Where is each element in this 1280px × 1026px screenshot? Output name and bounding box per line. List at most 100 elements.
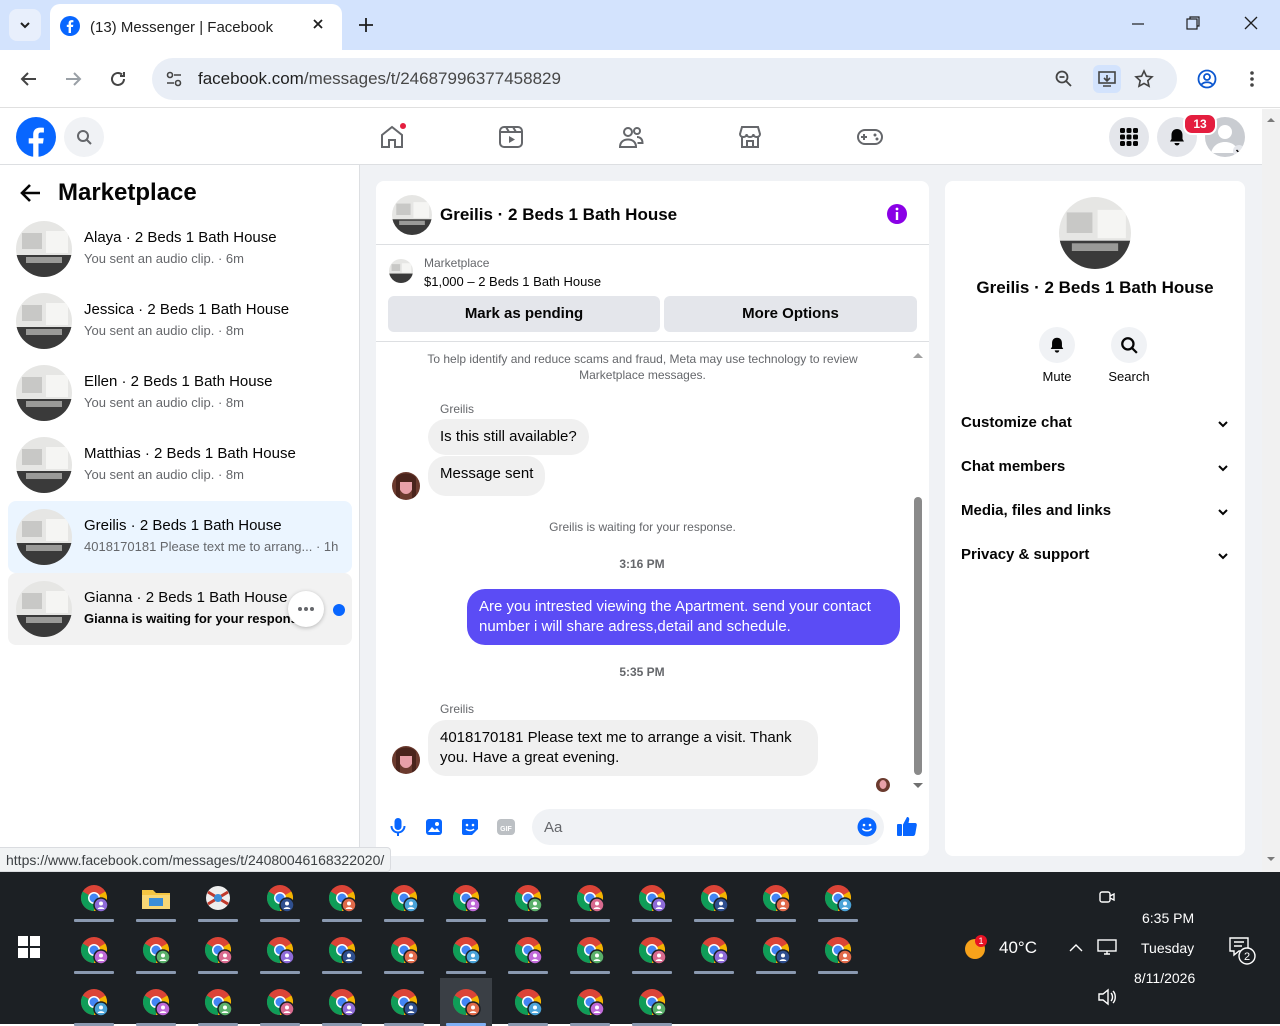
browser-taskbar-button[interactable] — [254, 978, 306, 1026]
conversation-item[interactable]: Ellen · 2 Beds 1 Bath House You sent an … — [8, 357, 352, 429]
browser-taskbar-button[interactable] — [502, 874, 554, 922]
sender-avatar[interactable] — [392, 472, 420, 500]
sender-avatar[interactable] — [392, 746, 420, 774]
browser-taskbar-button[interactable] — [68, 874, 120, 922]
back-icon[interactable] — [19, 69, 39, 89]
new-tab-icon[interactable] — [356, 15, 376, 35]
network-icon[interactable] — [1097, 938, 1117, 956]
back-arrow-icon[interactable] — [20, 182, 42, 204]
site-settings-icon[interactable] — [164, 69, 184, 89]
kebab-menu-icon[interactable] — [1242, 69, 1262, 89]
chat-thumbnail[interactable] — [392, 195, 432, 235]
privacy-support-section[interactable]: Privacy & support — [961, 546, 1229, 570]
mute-button[interactable]: Mute — [1027, 327, 1087, 384]
info-icon[interactable] — [886, 203, 908, 225]
home-icon[interactable] — [378, 123, 406, 151]
install-app-icon[interactable] — [1093, 65, 1121, 93]
browser-tab[interactable]: (13) Messenger | Facebook — [50, 4, 342, 50]
conversation-item[interactable]: Jessica · 2 Beds 1 Bath House You sent a… — [8, 285, 352, 357]
marketplace-icon[interactable] — [736, 123, 764, 151]
search-in-chat-button[interactable]: Search — [1099, 327, 1159, 384]
emoji-icon[interactable] — [857, 817, 877, 837]
browser-taskbar-button[interactable] — [68, 978, 120, 1026]
conversation-item[interactable]: Matthias · 2 Beds 1 Bath House You sent … — [8, 429, 352, 501]
browser-taskbar-button[interactable] — [316, 978, 368, 1026]
action-center-icon[interactable]: 2 — [1228, 936, 1260, 966]
friends-icon[interactable] — [617, 123, 645, 151]
listing-price[interactable]: $1,000 – 2 Beds 1 Bath House — [424, 274, 601, 289]
zoom-icon[interactable] — [1054, 69, 1074, 89]
profile-icon[interactable] — [1197, 69, 1217, 89]
browser-taskbar-button[interactable] — [130, 978, 182, 1026]
page-scrollbar[interactable] — [1262, 109, 1280, 872]
browser-taskbar-button[interactable] — [316, 926, 368, 974]
browser-taskbar-button[interactable] — [440, 978, 492, 1026]
browser-taskbar-button[interactable] — [440, 926, 492, 974]
clock-time[interactable]: 6:35 PM — [1142, 910, 1194, 926]
outgoing-message[interactable]: Are you intrested viewing the Apartment.… — [467, 589, 900, 645]
browser-taskbar-button[interactable] — [192, 874, 244, 922]
browser-taskbar-button[interactable] — [750, 926, 802, 974]
chat-title[interactable]: Greilis · 2 Beds 1 Bath House — [440, 205, 677, 225]
meet-now-icon[interactable] — [1098, 888, 1116, 906]
chat-scrollbar-thumb[interactable] — [914, 497, 922, 775]
browser-taskbar-button[interactable] — [378, 926, 430, 974]
incoming-message[interactable]: Message sent — [428, 456, 546, 496]
browser-taskbar-button[interactable] — [378, 978, 430, 1026]
tab-search-button[interactable] — [9, 9, 41, 41]
browser-taskbar-button[interactable] — [564, 926, 616, 974]
microphone-icon[interactable] — [388, 817, 408, 837]
incoming-message[interactable]: Is this still available? — [428, 419, 589, 455]
conversation-item-unread[interactable]: Gianna · 2 Beds 1 Bath House Gianna is w… — [8, 573, 352, 645]
photo-icon[interactable] — [424, 817, 444, 837]
conversation-item-selected[interactable]: Greilis · 2 Beds 1 Bath House 4018170181… — [8, 501, 352, 573]
volume-icon[interactable] — [1097, 988, 1117, 1006]
conversation-options-button[interactable] — [288, 591, 324, 627]
video-icon[interactable] — [497, 123, 525, 151]
facebook-search-button[interactable] — [64, 117, 104, 157]
browser-taskbar-button[interactable] — [750, 874, 802, 922]
menu-button[interactable] — [1109, 117, 1149, 157]
browser-taskbar-button[interactable] — [626, 874, 678, 922]
weather-icon[interactable]: 1 — [962, 934, 990, 962]
mark-as-pending-button[interactable]: Mark as pending — [388, 296, 660, 332]
browser-taskbar-button[interactable] — [254, 926, 306, 974]
browser-taskbar-button[interactable] — [564, 874, 616, 922]
close-tab-icon[interactable] — [310, 16, 326, 32]
chevron-up-icon[interactable] — [1068, 940, 1084, 956]
file-explorer-taskbar-button[interactable] — [130, 874, 182, 922]
thumbs-up-icon[interactable] — [896, 815, 918, 837]
browser-taskbar-button[interactable] — [68, 926, 120, 974]
facebook-logo-icon[interactable] — [16, 117, 56, 157]
customize-chat-section[interactable]: Customize chat — [961, 414, 1229, 438]
browser-taskbar-button[interactable] — [812, 874, 864, 922]
browser-taskbar-button[interactable] — [440, 874, 492, 922]
gif-icon[interactable]: GIF — [496, 817, 516, 837]
browser-taskbar-button[interactable] — [626, 926, 678, 974]
incoming-message[interactable]: 4018170181 Please text me to arrange a v… — [428, 720, 818, 776]
browser-taskbar-button[interactable] — [812, 926, 864, 974]
temperature[interactable]: 40°C — [999, 938, 1037, 958]
reload-icon[interactable] — [108, 69, 128, 89]
browser-taskbar-button[interactable] — [254, 874, 306, 922]
browser-taskbar-button[interactable] — [378, 874, 430, 922]
browser-taskbar-button[interactable] — [192, 926, 244, 974]
browser-taskbar-button[interactable] — [564, 978, 616, 1026]
browser-taskbar-button[interactable] — [688, 874, 740, 922]
minimize-icon[interactable] — [1130, 15, 1146, 31]
close-window-icon[interactable] — [1243, 15, 1259, 31]
browser-taskbar-button[interactable] — [502, 926, 554, 974]
conversation-item[interactable]: Alaya · 2 Beds 1 Bath House You sent an … — [8, 213, 352, 285]
forward-icon[interactable] — [63, 69, 83, 89]
sticker-icon[interactable] — [460, 817, 480, 837]
browser-taskbar-button[interactable] — [688, 926, 740, 974]
more-options-button[interactable]: More Options — [664, 296, 917, 332]
chat-members-section[interactable]: Chat members — [961, 458, 1229, 482]
browser-taskbar-button[interactable] — [502, 978, 554, 1026]
windows-start-icon[interactable] — [18, 936, 40, 958]
message-input[interactable] — [532, 809, 884, 845]
bookmark-star-icon[interactable] — [1134, 69, 1154, 89]
browser-taskbar-button[interactable] — [130, 926, 182, 974]
media-files-links-section[interactable]: Media, files and links — [961, 502, 1229, 526]
gaming-icon[interactable] — [856, 123, 884, 151]
